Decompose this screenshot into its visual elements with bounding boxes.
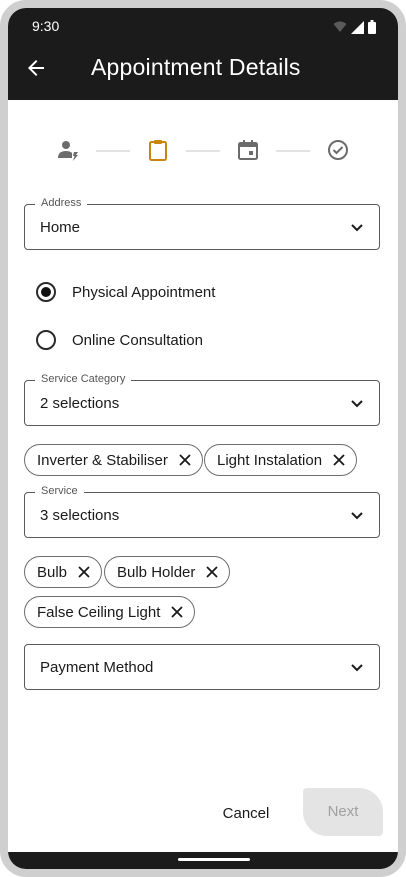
chevron-down-icon (351, 224, 363, 232)
close-icon[interactable] (178, 453, 192, 467)
service-category-value: 2 selections (40, 395, 120, 412)
progress-stepper (8, 138, 398, 168)
payment-method-placeholder: Payment Method (40, 659, 154, 676)
service-select[interactable]: Service 3 selections (24, 485, 380, 538)
close-icon[interactable] (205, 565, 219, 579)
service-value: 3 selections (40, 507, 120, 524)
signal-icon (351, 20, 364, 34)
radio-selected-icon (36, 282, 56, 302)
service-label: Service (35, 485, 84, 497)
close-icon[interactable] (170, 605, 184, 619)
chip-false-ceiling-light: False Ceiling Light (24, 596, 196, 628)
status-icons (333, 20, 376, 34)
close-icon[interactable] (332, 453, 346, 467)
step-connector (186, 150, 220, 152)
chip-label: False Ceiling Light (37, 603, 161, 621)
check-circle-icon (328, 140, 348, 160)
address-value: Home (40, 219, 81, 236)
person-icon (58, 141, 78, 161)
chevron-down-icon (351, 512, 363, 520)
radio-online-consultation[interactable]: Online Consultation (36, 328, 203, 352)
close-icon[interactable] (77, 565, 91, 579)
step-connector (276, 150, 310, 152)
calendar-icon (238, 140, 258, 160)
chevron-down-icon (351, 400, 363, 408)
page-title: Appointment Details (91, 54, 301, 80)
app-bar: 9:30 Appointment Details (8, 8, 398, 100)
chip-bulb: Bulb (24, 556, 103, 588)
radio-label: Online Consultation (72, 331, 203, 349)
next-button[interactable]: Next (303, 788, 383, 836)
status-time: 9:30 (32, 18, 60, 34)
back-arrow-icon[interactable] (24, 56, 48, 80)
payment-method-select[interactable]: Payment Method (24, 644, 380, 690)
chip-label: Bulb Holder (117, 563, 196, 581)
chip-label: Bulb (37, 563, 68, 581)
service-category-select[interactable]: Service Category 2 selections (24, 373, 380, 426)
address-select[interactable]: Address Home (24, 197, 380, 250)
chip-label: Light Instalation (217, 451, 323, 469)
system-nav-bar (8, 852, 398, 869)
app-screen: 9:30 Appointment Details Address Home Ph… (8, 8, 398, 869)
battery-icon (368, 20, 376, 34)
radio-physical-appointment[interactable]: Physical Appointment (36, 280, 215, 304)
clipboard-icon (149, 140, 167, 161)
chevron-down-icon (351, 664, 363, 672)
cancel-button[interactable]: Cancel (211, 798, 281, 830)
wifi-icon (333, 21, 347, 32)
chip-light-instalation: Light Instalation (204, 444, 358, 476)
radio-label: Physical Appointment (72, 283, 216, 301)
radio-unselected-icon (36, 330, 56, 350)
address-label: Address (35, 197, 88, 209)
chip-bulb-holder: Bulb Holder (104, 556, 231, 588)
step-connector (96, 150, 130, 152)
chip-inverter-stabiliser: Inverter & Stabiliser (24, 444, 203, 476)
chip-label: Inverter & Stabiliser (37, 451, 168, 469)
home-indicator[interactable] (178, 858, 250, 861)
service-category-label: Service Category (35, 373, 132, 385)
